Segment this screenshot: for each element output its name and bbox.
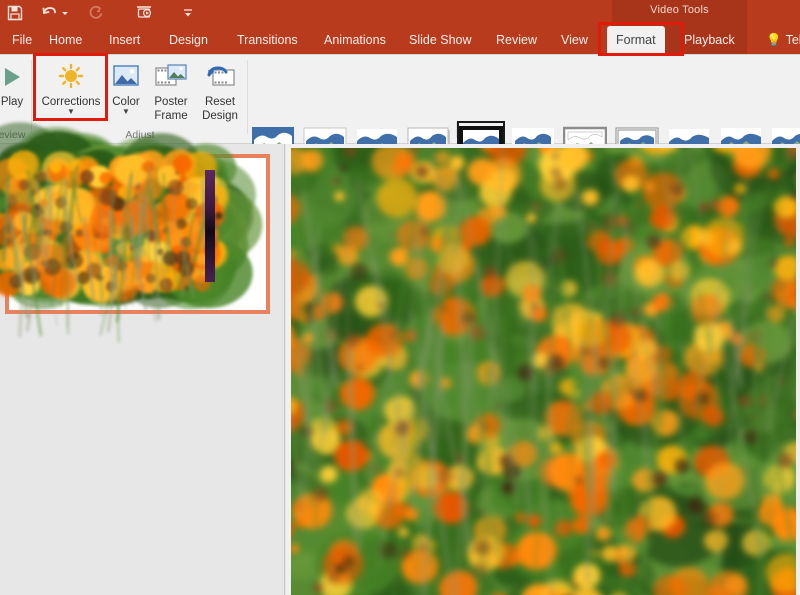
tab-insert[interactable]: Insert <box>100 26 149 54</box>
poster-frame-button-label2: Frame <box>154 110 188 122</box>
corrections-caret-icon[interactable]: ▼ <box>36 108 106 116</box>
slide-stage[interactable] <box>286 144 800 595</box>
workspace <box>0 122 800 595</box>
ribbon-top-divider <box>0 54 800 55</box>
redo-icon[interactable] <box>86 4 104 22</box>
ribbon-tab-strip: File Home Insert Design Transitions Anim… <box>0 26 800 54</box>
sun-icon <box>36 60 106 94</box>
slide-thumbnail-pane[interactable] <box>0 122 285 595</box>
slide-thumbnail-side-strip <box>205 170 215 282</box>
color-caret-icon[interactable]: ▼ <box>108 108 144 116</box>
undo-dropdown-icon[interactable] <box>60 4 70 22</box>
reset-design-button-label2: Design <box>202 110 238 122</box>
lightbulb-icon: 💡 <box>766 33 782 47</box>
start-slideshow-icon[interactable] <box>134 4 154 22</box>
poster-frame-button[interactable]: Poster Frame <box>146 60 196 122</box>
tab-playback[interactable]: Playback <box>675 26 744 54</box>
undo-icon[interactable] <box>40 4 58 22</box>
vertical-scrollbar[interactable] <box>796 144 800 595</box>
reset-design-button[interactable]: Reset Design <box>196 60 244 122</box>
powerpoint-window: Video Tools File Home Insert Design Tran… <box>0 0 800 595</box>
play-button-label: Play <box>0 96 24 108</box>
tab-file[interactable]: File <box>3 26 41 54</box>
save-icon[interactable] <box>6 4 24 22</box>
slide-thumbnail-1[interactable] <box>0 122 270 343</box>
tab-animations[interactable]: Animations <box>315 26 395 54</box>
slide-video-content[interactable] <box>291 148 800 595</box>
play-icon <box>0 60 34 94</box>
film-picture-icon <box>146 60 196 94</box>
tab-tell-me[interactable]: 💡Tell <box>757 26 800 54</box>
play-button[interactable]: Play <box>0 60 34 108</box>
tab-design[interactable]: Design <box>160 26 217 54</box>
color-button[interactable]: Color ▼ <box>108 60 144 116</box>
film-undo-icon <box>196 60 244 94</box>
tab-format[interactable]: Format <box>607 26 665 54</box>
tab-home[interactable]: Home <box>40 26 91 54</box>
contextual-tab-group-label: Video Tools <box>650 4 709 16</box>
picture-icon <box>108 60 144 94</box>
tab-review[interactable]: Review <box>487 26 546 54</box>
tab-slide-show[interactable]: Slide Show <box>400 26 481 54</box>
group-divider-2 <box>247 60 248 134</box>
tab-transitions[interactable]: Transitions <box>228 26 307 54</box>
tab-view[interactable]: View <box>552 26 597 54</box>
corrections-button[interactable]: Corrections ▼ <box>36 60 106 116</box>
slide-thumbnail-image <box>0 122 263 343</box>
poster-frame-button-label: Poster <box>154 96 188 108</box>
customize-qat-icon[interactable] <box>182 4 194 22</box>
tab-tell-me-label: Tell <box>785 33 800 47</box>
ribbon: Play eview Corrections ▼ Color ▼ Poster … <box>0 54 800 165</box>
reset-design-button-label: Reset <box>204 96 236 108</box>
title-bar: Video Tools <box>0 0 800 26</box>
